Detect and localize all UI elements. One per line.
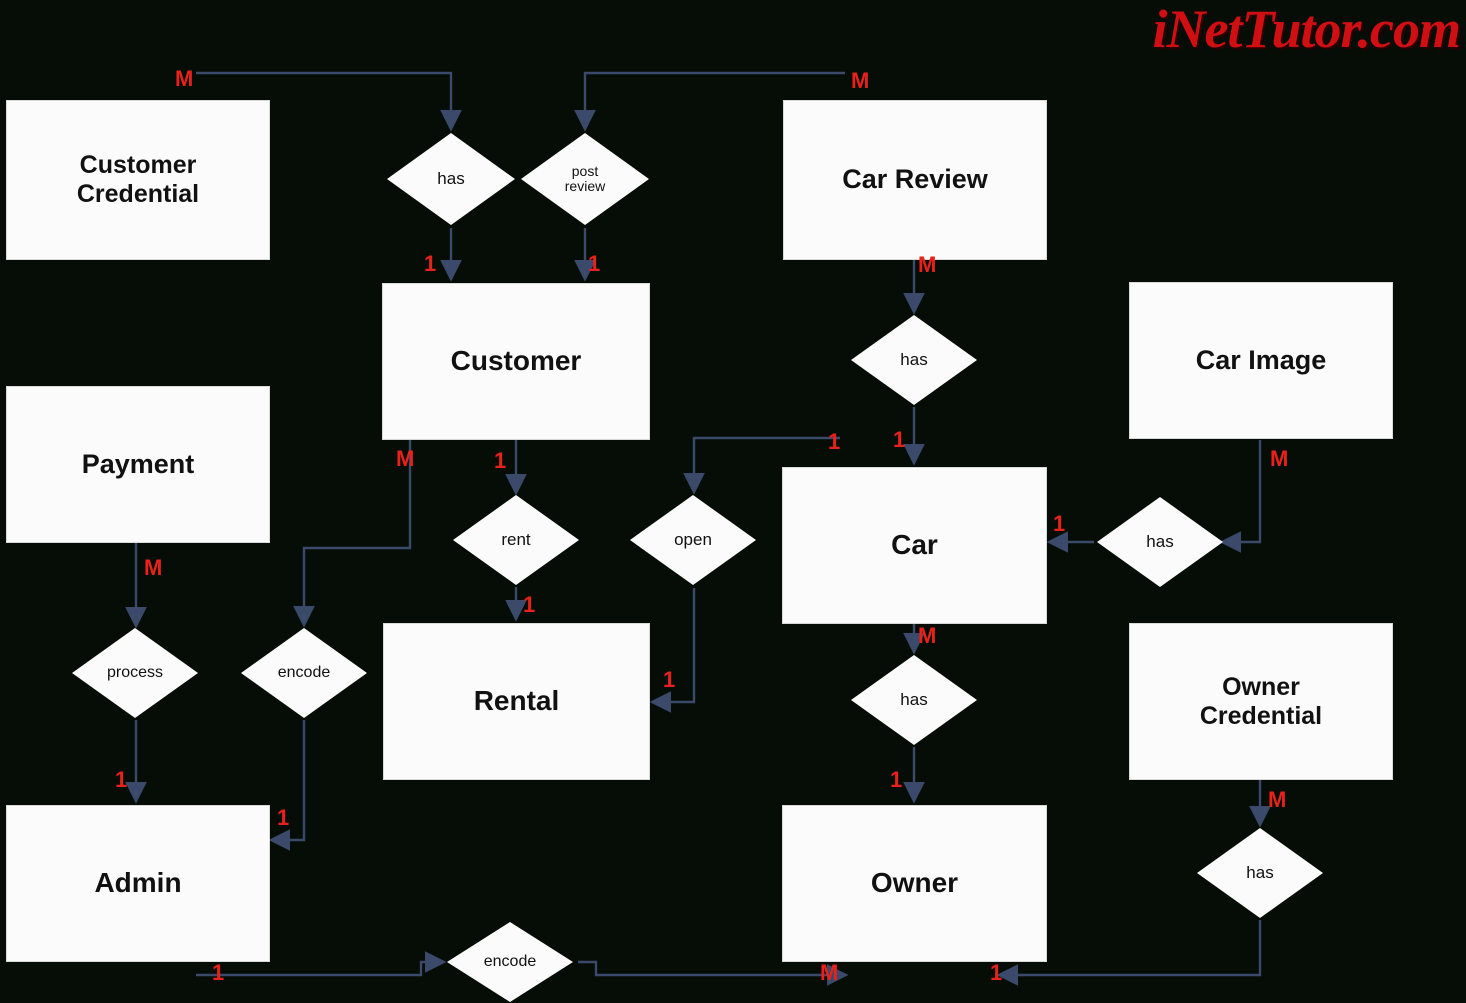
cardinality-label: 1 xyxy=(115,767,128,792)
entity-car-review[interactable]: Car Review xyxy=(783,100,1047,260)
cardinality-label: 1 xyxy=(523,592,536,617)
cardinality-label: M xyxy=(820,960,839,985)
entity-label: Car Image xyxy=(1195,344,1327,375)
entity-label: Owner Credential xyxy=(1199,672,1323,730)
cardinality-label: M xyxy=(851,68,870,93)
cardinality-label: 1 xyxy=(893,427,906,452)
relationship-rent[interactable]: rent xyxy=(453,495,579,585)
entity-label: Car xyxy=(891,529,938,561)
entity-label: Customer Credential xyxy=(76,151,200,208)
relationship-has-owner-credential[interactable]: has xyxy=(1197,828,1323,918)
entity-label: Rental xyxy=(473,685,560,717)
entity-label: Customer xyxy=(450,345,582,377)
relationship-has-car-owner[interactable]: has xyxy=(851,655,977,745)
cardinality-label: 1 xyxy=(212,960,225,985)
relationship-has-car-image[interactable]: has xyxy=(1097,497,1223,587)
relationship-open[interactable]: open xyxy=(630,495,756,585)
relationship-label: has xyxy=(900,350,928,370)
relationship-label: encode xyxy=(277,663,331,681)
relationship-label: rent xyxy=(501,530,531,550)
entity-rental[interactable]: Rental xyxy=(383,623,650,780)
watermark-logo: iNetTutor.com xyxy=(1152,0,1461,59)
cardinality-label: 1 xyxy=(588,251,601,276)
entity-admin[interactable]: Admin xyxy=(6,805,270,962)
entity-label: Admin xyxy=(94,867,182,899)
relationship-encode-rental[interactable]: encode xyxy=(241,628,367,718)
cardinality-label: M xyxy=(144,555,163,580)
relationship-label: has xyxy=(437,169,465,189)
cardinality-label: 1 xyxy=(1053,511,1066,536)
entity-owner[interactable]: Owner xyxy=(782,805,1047,962)
cardinality-label: 1 xyxy=(424,251,437,276)
entity-label: Car Review xyxy=(842,164,988,195)
entity-label: Payment xyxy=(81,448,195,479)
entity-car-image[interactable]: Car Image xyxy=(1129,282,1393,439)
relationship-label: post review xyxy=(564,163,606,194)
entity-payment[interactable]: Payment xyxy=(6,386,270,543)
relationship-label: process xyxy=(106,663,164,681)
entity-label: Owner xyxy=(870,867,959,899)
cardinality-label: 1 xyxy=(890,767,903,792)
entity-owner-credential[interactable]: Owner Credential xyxy=(1129,623,1393,780)
relationship-process[interactable]: process xyxy=(72,628,198,718)
entity-customer-credential[interactable]: Customer Credential xyxy=(6,100,270,260)
relationship-label: has xyxy=(900,690,928,710)
relationship-post-review[interactable]: post review xyxy=(521,133,649,225)
er-diagram-canvas: Customer Credential Customer Car Review … xyxy=(0,0,1466,1003)
relationship-label: open xyxy=(674,530,712,550)
cardinality-label: M xyxy=(918,623,937,648)
cardinality-label: M xyxy=(918,252,937,277)
cardinality-label: 1 xyxy=(990,960,1003,985)
relationship-has-car-review[interactable]: has xyxy=(851,315,977,405)
entity-car[interactable]: Car xyxy=(782,467,1047,624)
cardinality-label: M xyxy=(175,66,194,91)
cardinality-label: 1 xyxy=(494,448,507,473)
entity-customer[interactable]: Customer xyxy=(382,283,650,440)
relationship-label: has xyxy=(1246,863,1274,883)
relationship-encode-owner[interactable]: encode xyxy=(447,922,573,1002)
cardinality-label: 1 xyxy=(277,805,290,830)
cardinality-label: M xyxy=(1268,787,1287,812)
cardinality-label: M xyxy=(1270,446,1289,471)
relationship-has-customer[interactable]: has xyxy=(387,133,515,225)
cardinality-label: 1 xyxy=(663,667,676,692)
cardinality-label: 1 xyxy=(828,429,841,454)
cardinality-label: M xyxy=(396,446,415,471)
relationship-label: encode xyxy=(483,952,537,970)
relationship-label: has xyxy=(1146,532,1174,552)
